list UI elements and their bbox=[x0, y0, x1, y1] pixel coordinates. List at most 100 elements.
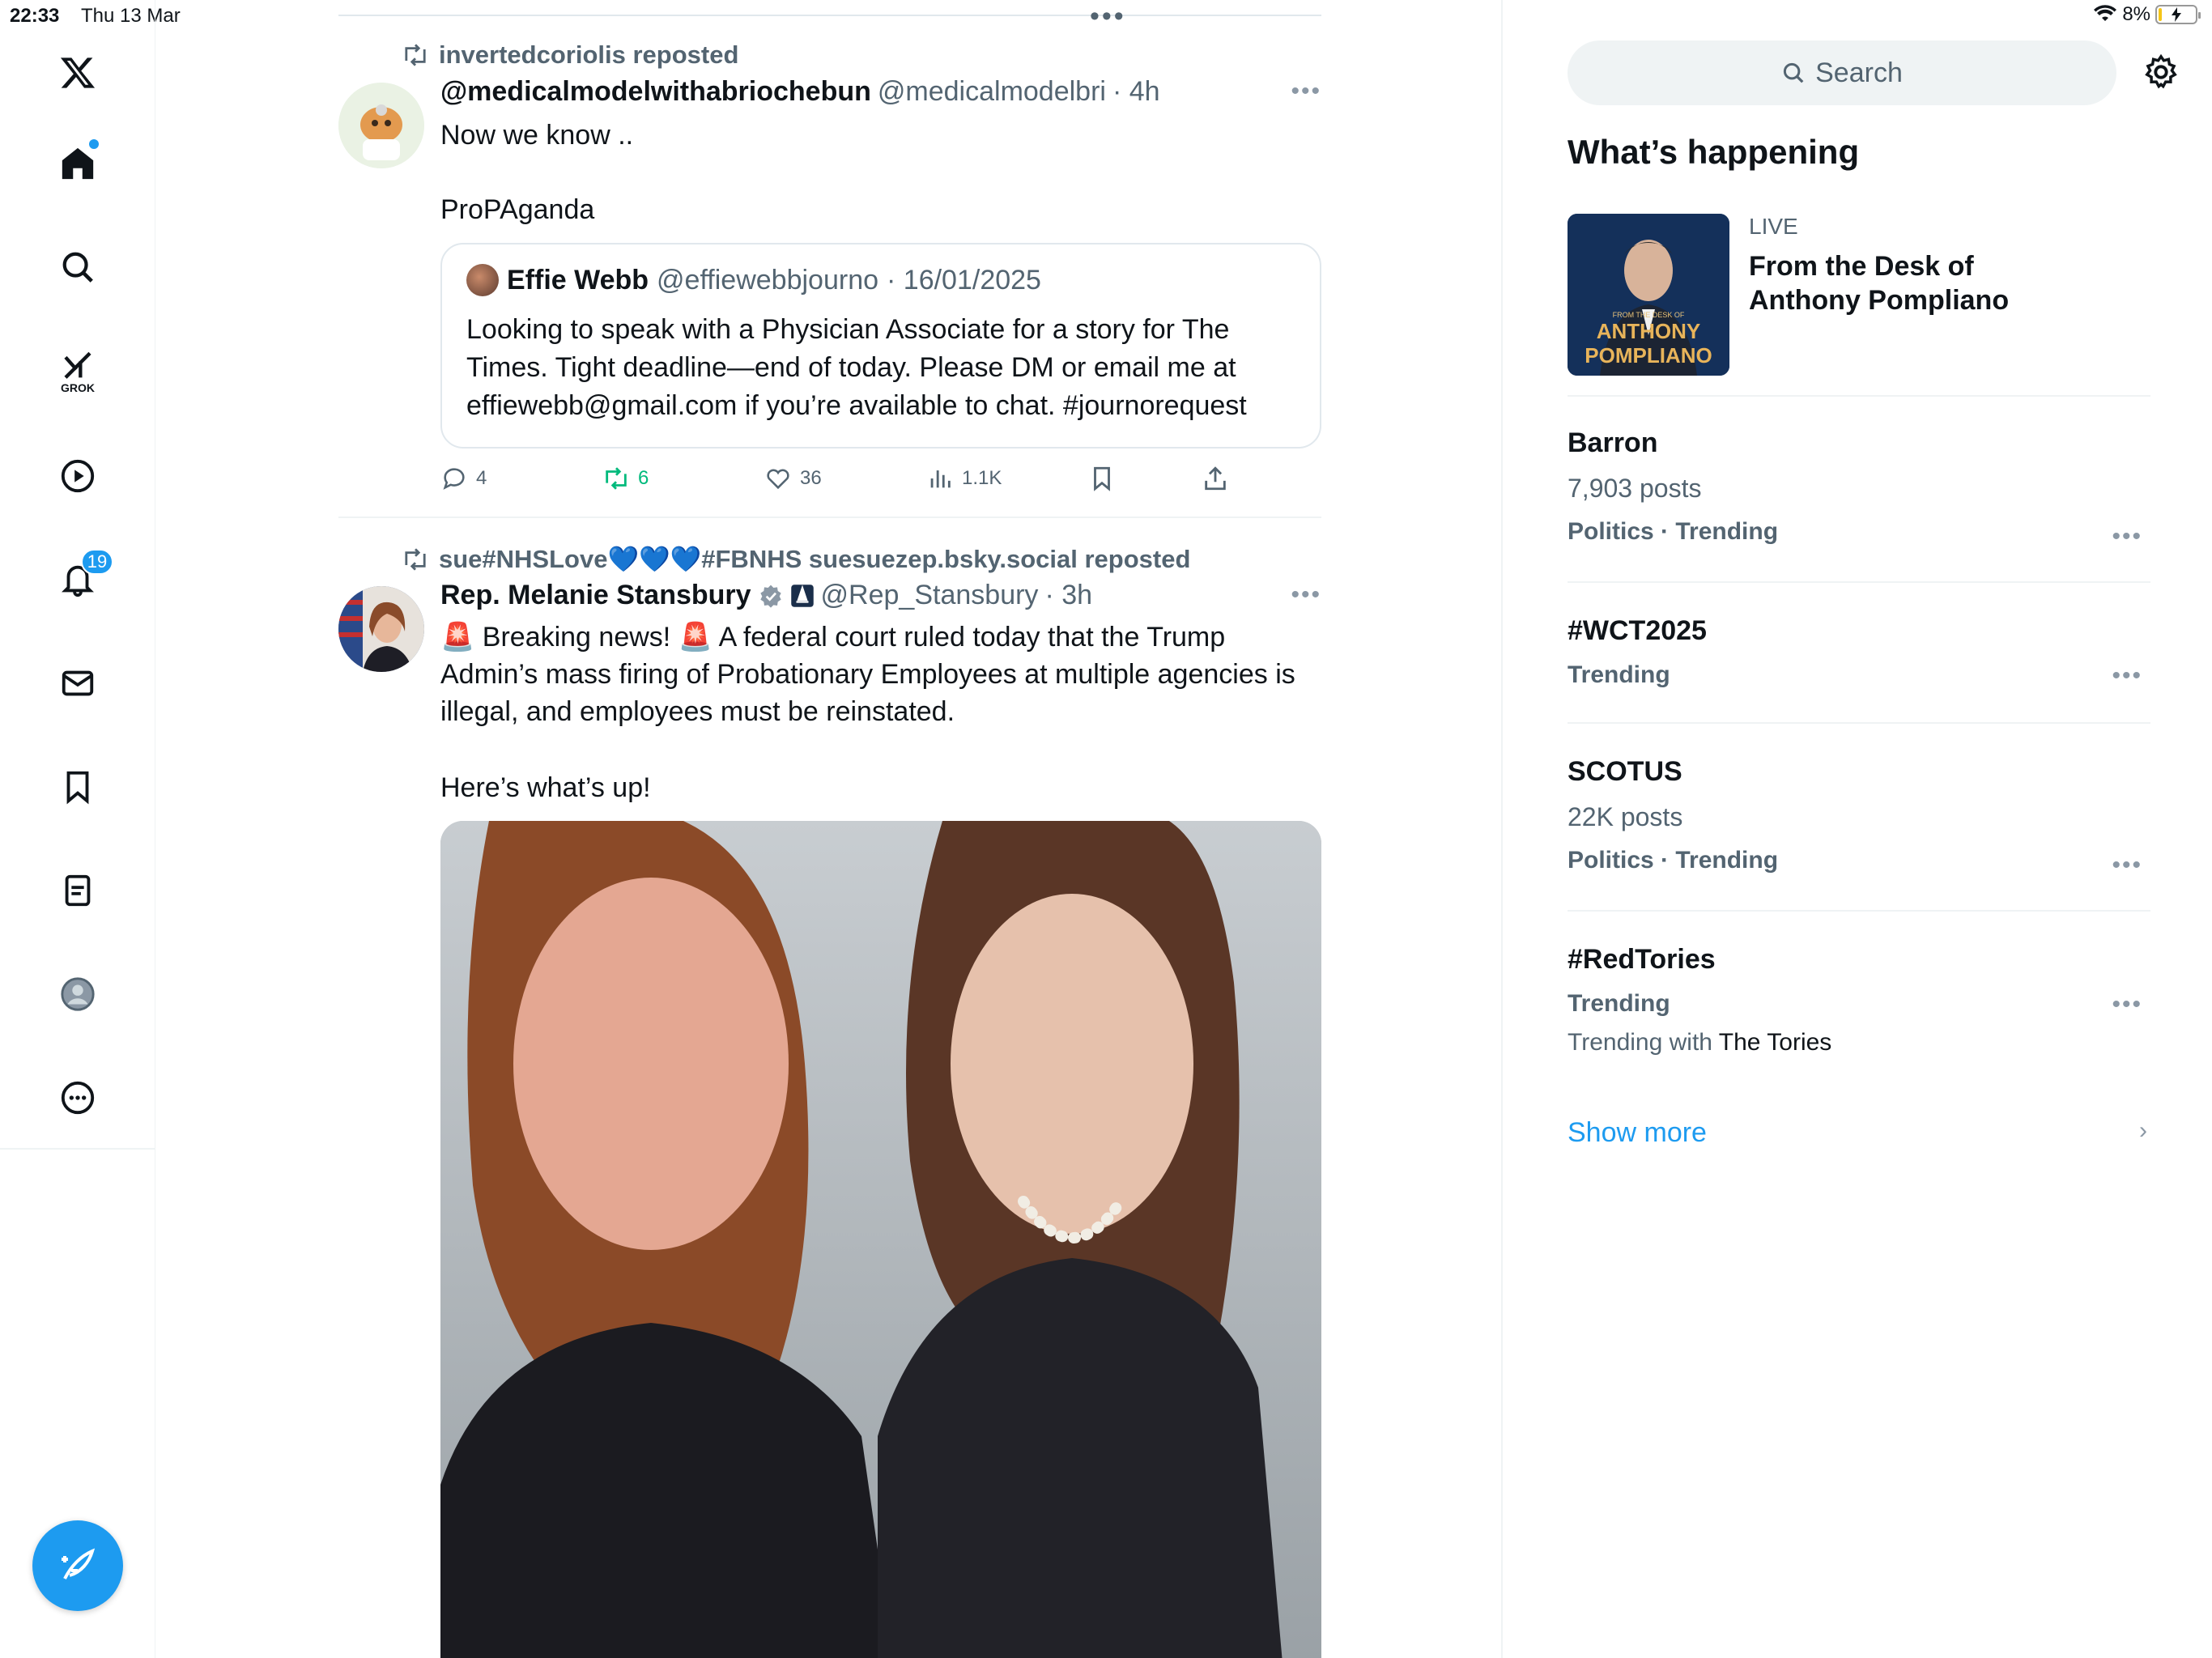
live-label: LIVE bbox=[1749, 214, 1798, 239]
post-menu-button[interactable]: ••• bbox=[1291, 581, 1321, 609]
like-count: 36 bbox=[800, 467, 822, 489]
compose-post-button[interactable] bbox=[32, 1520, 123, 1611]
post-video[interactable] bbox=[440, 821, 1321, 1658]
show-more-label: Show more bbox=[1568, 1117, 1707, 1148]
more-options-icon[interactable] bbox=[45, 1065, 110, 1130]
repost-by-text: invertedcoriolis reposted bbox=[439, 40, 739, 69]
trend-item[interactable]: #RedTories Trending Trending with The To… bbox=[1568, 944, 2150, 1056]
whats-happening-title: What’s happening bbox=[1568, 133, 1860, 171]
home-new-dot bbox=[89, 139, 99, 149]
show-more-link[interactable]: Show more › bbox=[1568, 1117, 2150, 1149]
x-logo-icon[interactable] bbox=[45, 40, 110, 105]
quoted-post-text: Looking to speak with a Physician Associ… bbox=[466, 314, 1247, 421]
quoted-author-name: Effie Webb bbox=[507, 264, 649, 295]
trend-post-count: 7,903 posts bbox=[1568, 474, 1702, 503]
nav-divider bbox=[0, 1148, 155, 1150]
bookmarks-icon[interactable] bbox=[45, 755, 110, 819]
post-actions: 4 6 36 1.1K bbox=[440, 458, 1321, 499]
share-icon bbox=[1205, 466, 1226, 491]
post-header: Rep. Melanie Stansbury @Rep_Stansbury · … bbox=[440, 580, 1092, 611]
live-title: From the Desk of Anthony Pompliano bbox=[1749, 251, 2010, 316]
post-header: @medicalmodelwithabriochebun @medicalmod… bbox=[440, 76, 1160, 108]
live-event-card[interactable]: FROM THE DESK OF ANTHONY POMPLIANO LIVE … bbox=[1568, 214, 2150, 376]
grok-label: GROK bbox=[61, 381, 95, 394]
messages-mail-icon[interactable] bbox=[45, 651, 110, 716]
author-name[interactable]: Rep. Melanie Stansbury bbox=[440, 580, 751, 611]
post-text: 🚨 Breaking news! 🚨 A federal court ruled… bbox=[440, 622, 1295, 727]
trend-divider bbox=[1568, 910, 2150, 912]
views-chart-icon bbox=[930, 470, 951, 488]
trend-category: Politics · Trending bbox=[1568, 847, 1779, 874]
post-text-line1: Now we know .. bbox=[440, 120, 634, 151]
trend-item[interactable]: Barron 7,903 posts Politics · Trending •… bbox=[1568, 427, 2150, 550]
author-avatar[interactable] bbox=[338, 586, 424, 672]
repost-count: 6 bbox=[638, 467, 649, 489]
government-affiliation-icon bbox=[790, 584, 814, 607]
repost-indicator: invertedcoriolis reposted bbox=[402, 40, 738, 70]
trend-with-name[interactable]: The Tories bbox=[1719, 1029, 1832, 1056]
search-icon bbox=[1784, 62, 1804, 83]
explore-search-icon[interactable] bbox=[45, 235, 110, 300]
trend-divider bbox=[1568, 581, 2150, 583]
timeline: ••• invertedcoriolis reposted @medicalmo… bbox=[338, 0, 1321, 1658]
quoted-post[interactable]: Effie Webb @effiewebbjourno · 16/01/2025… bbox=[440, 243, 1321, 449]
author-handle[interactable]: @Rep_Stansbury bbox=[821, 580, 1039, 611]
quoted-post-date: · 16/01/2025 bbox=[887, 264, 1041, 295]
author-handle[interactable]: @medicalmodelbri bbox=[878, 76, 1106, 108]
repost-by-text: sue#NHSLove💙💙💙#FBNHS suesuezep.bsky.soci… bbox=[439, 545, 1191, 573]
repost-icon bbox=[405, 44, 426, 66]
bookmark-button[interactable] bbox=[1088, 458, 1116, 499]
trend-divider bbox=[1568, 395, 2150, 397]
live-thumbnail: FROM THE DESK OF ANTHONY POMPLIANO bbox=[1568, 214, 1729, 376]
trend-title: SCOTUS bbox=[1568, 756, 1682, 787]
compose-feather-icon bbox=[62, 1548, 96, 1579]
search-input[interactable]: Search bbox=[1568, 40, 2116, 105]
trend-title: Barron bbox=[1568, 427, 1658, 458]
trend-with-prefix: Trending with bbox=[1568, 1029, 1712, 1056]
reply-count: 4 bbox=[476, 467, 487, 489]
thumb-small-text: FROM THE DESK OF bbox=[1613, 311, 1685, 319]
search-placeholder: Search bbox=[1815, 57, 1903, 88]
trend-category: Trending bbox=[1568, 661, 1670, 688]
notifications-bell-icon[interactable]: 19 bbox=[45, 547, 113, 612]
trend-divider bbox=[1568, 722, 2150, 724]
lists-icon[interactable] bbox=[45, 858, 110, 923]
drag-handle-dots[interactable]: ••• bbox=[1090, 2, 1126, 30]
profile-avatar-icon[interactable] bbox=[45, 962, 110, 1027]
trend-menu-button[interactable]: ••• bbox=[2112, 991, 2142, 1018]
bookmark-icon bbox=[1094, 466, 1110, 491]
heart-icon bbox=[767, 469, 789, 490]
reply-icon bbox=[443, 468, 465, 490]
trend-title: #RedTories bbox=[1568, 944, 1716, 975]
trend-item[interactable]: SCOTUS 22K posts Politics · Trending ••• bbox=[1568, 756, 2150, 878]
gear-icon[interactable] bbox=[2142, 53, 2180, 91]
trend-with: Trending with The Tories bbox=[1568, 1029, 2150, 1056]
trend-menu-button[interactable]: ••• bbox=[2112, 523, 2142, 551]
trend-category: Politics · Trending bbox=[1568, 518, 1779, 545]
notifications-badge: 19 bbox=[81, 549, 113, 575]
author-avatar[interactable] bbox=[338, 83, 424, 168]
repost-button[interactable]: 6 bbox=[602, 458, 649, 499]
video-play-icon[interactable] bbox=[45, 444, 110, 508]
grok-icon[interactable]: GROK bbox=[45, 340, 110, 405]
views-button[interactable]: 1.1K bbox=[926, 458, 1002, 499]
trend-menu-button[interactable]: ••• bbox=[2112, 662, 2142, 690]
post-menu-button[interactable]: ••• bbox=[1291, 78, 1321, 105]
trend-category: Trending bbox=[1568, 990, 1670, 1017]
trend-item[interactable]: #WCT2025 Trending ••• bbox=[1568, 615, 2150, 689]
post-text-line2: Here’s what’s up! bbox=[440, 772, 651, 803]
thumb-name-1: ANTHONY bbox=[1597, 319, 1701, 343]
repost-action-icon bbox=[606, 467, 627, 490]
thumb-name-2: POMPLIANO bbox=[1585, 343, 1712, 368]
author-name[interactable]: @medicalmodelwithabriochebun bbox=[440, 76, 871, 108]
post-divider bbox=[338, 517, 1321, 518]
trend-title: #WCT2025 bbox=[1568, 615, 1707, 646]
reply-button[interactable]: 4 bbox=[440, 458, 487, 499]
home-icon[interactable] bbox=[45, 131, 110, 196]
trend-menu-button[interactable]: ••• bbox=[2112, 852, 2142, 879]
quoted-author-handle: @effiewebbjourno bbox=[657, 264, 879, 295]
like-button[interactable]: 36 bbox=[764, 458, 822, 499]
share-button[interactable] bbox=[1202, 458, 1229, 499]
right-sidebar: Search What’s happening FROM THE DESK OF… bbox=[1501, 0, 2212, 1658]
quoted-post-header: Effie Webb @effiewebbjourno · 16/01/2025 bbox=[466, 264, 1041, 296]
